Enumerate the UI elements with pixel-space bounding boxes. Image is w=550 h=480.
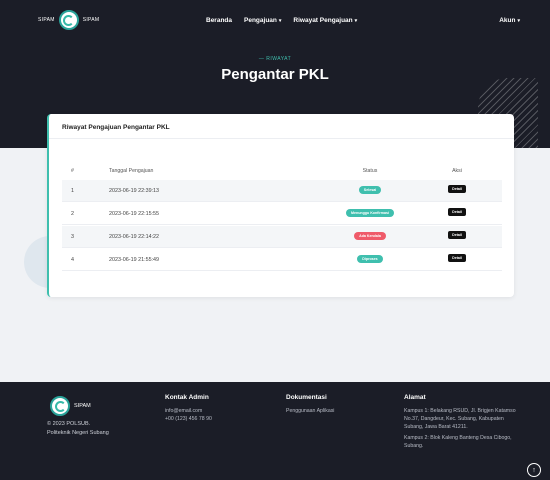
nav-links: Beranda Pengajuan ▾ Riwayat Pengajuan ▾ (206, 17, 357, 24)
row-number: 1 (71, 188, 74, 194)
chevron-down-icon: ▾ (517, 18, 520, 24)
status-badge: Diproses (330, 255, 410, 263)
card-divider (49, 138, 514, 139)
arrow-up-icon[interactable]: ↑ (527, 463, 541, 477)
detail-button[interactable]: Detail (442, 208, 472, 216)
column-header-action: Aksi (452, 168, 462, 174)
footer-contact: Kontak Admin info@email.com +00 (123) 45… (165, 394, 212, 423)
detail-button[interactable]: Detail (442, 231, 472, 239)
card-title: Riwayat Pengajuan Pengantar PKL (62, 124, 170, 131)
brand-text-right: SIPAM (82, 17, 100, 23)
brand-text-left: SIPAM (38, 17, 55, 23)
footer-logo[interactable]: SIPAM (50, 396, 91, 416)
contact-heading: Kontak Admin (165, 394, 209, 401)
docs-link[interactable]: Penggunaan Aplikasi (286, 407, 334, 415)
chevron-down-icon: ▾ (354, 18, 358, 24)
copyright-text: © 2023 POLSUB. (47, 421, 91, 427)
brand-logo[interactable]: SIPAM SIPAM (38, 10, 99, 30)
nav-pengajuan[interactable]: Pengajuan ▾ (244, 17, 281, 24)
table-row: 3 2023-06-19 22:14:22 Ada Kendala Detail (62, 226, 502, 248)
address-campus-2: Kampus 2: Blok Kaleng Banteng Desa Cibog… (404, 435, 512, 449)
detail-button[interactable]: Detail (442, 254, 472, 262)
table-row: 2 2023-06-19 22:15:55 Menunggu Konfirmas… (62, 203, 502, 225)
footer-brand: SIPAM (74, 403, 91, 409)
status-badge: Menunggu Konfirmasi (330, 209, 410, 217)
footer-docs: Dokumentasi Penggunaan Aplikasi (286, 394, 334, 415)
status-badge: Selesai (330, 186, 410, 194)
footer: SIPAM © 2023 POLSUB. Politeknik Negeri S… (0, 382, 550, 480)
institution-name: Politeknik Negeri Subang (47, 430, 109, 436)
sipam-logo-icon (58, 10, 79, 30)
address-heading: Alamat (404, 394, 426, 401)
row-date: 2023-06-19 22:39:13 (109, 188, 160, 194)
row-number: 4 (71, 257, 74, 263)
contact-phone: +00 (123) 456 78 90 (165, 416, 212, 422)
history-card: Riwayat Pengajuan Pengantar PKL # Tangga… (47, 114, 514, 297)
sipam-logo-icon (50, 396, 70, 416)
address-campus-1: Kampus 1: Belakang RSUD, Jl. Brigjen Kat… (404, 408, 516, 430)
nav-account[interactable]: Akun ▾ (499, 17, 520, 24)
table-row: 1 2023-06-19 22:39:13 Selesai Detail (62, 180, 502, 202)
contact-email[interactable]: info@email.com (165, 407, 212, 415)
row-date: 2023-06-19 22:14:22 (109, 234, 160, 240)
row-date: 2023-06-19 21:55:49 (109, 257, 160, 263)
row-number: 3 (71, 234, 74, 240)
row-number: 2 (71, 211, 74, 217)
page-title: Pengantar PKL (221, 66, 329, 83)
detail-button[interactable]: Detail (442, 185, 472, 193)
column-header-number: # (71, 168, 74, 174)
footer-copyright: © 2023 POLSUB. Politeknik Negeri Subang (47, 420, 109, 438)
chevron-down-icon: ▾ (278, 18, 282, 24)
column-header-status: Status (362, 168, 378, 174)
table-row: 4 2023-06-19 21:55:49 Diproses Detail (62, 249, 502, 271)
row-date: 2023-06-19 22:15:55 (109, 211, 160, 217)
nav-riwayat-pengajuan[interactable]: Riwayat Pengajuan ▾ (293, 17, 357, 24)
nav-beranda[interactable]: Beranda (206, 17, 232, 24)
page-eyebrow: — RIWAYAT (258, 56, 292, 62)
docs-heading: Dokumentasi (286, 394, 327, 401)
column-header-date: Tanggal Pengajuan (109, 168, 154, 174)
footer-address: Alamat Kampus 1: Belakang RSUD, Jl. Brig… (404, 394, 519, 453)
status-badge: Ada Kendala (330, 232, 410, 240)
table-header: # Tanggal Pengajuan Status Aksi (62, 168, 502, 178)
top-navbar: SIPAM SIPAM Beranda Pengajuan ▾ Riwayat P… (0, 0, 550, 40)
